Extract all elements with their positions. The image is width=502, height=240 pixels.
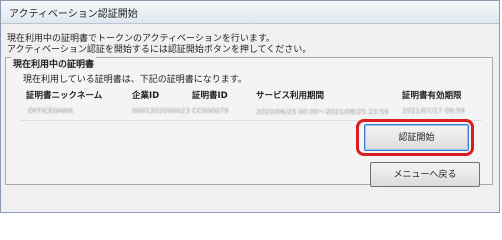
activation-dialog: アクティベーション認証開始 現在利用中の証明書でトークンのアクティベーションを行… — [0, 0, 500, 213]
title-bar: アクティベーション認証開始 — [1, 1, 499, 24]
dialog-content: 現在利用中の証明書でトークンのアクティベーションを行います。 アクティベーション… — [1, 24, 499, 212]
header-company-id: 企業ID — [132, 91, 160, 101]
instruction-line-2: アクティベーション認証を開始するには認証開始ボタンを押してください。 — [7, 45, 312, 55]
instruction-text: 現在利用中の証明書でトークンのアクティベーションを行います。 アクティベーション… — [7, 34, 311, 56]
header-expiration: 証明書有効期限 — [402, 91, 462, 101]
group-title: 現在利用中の証明書 — [11, 57, 97, 70]
value-company-id: 0001202000023 — [132, 107, 190, 115]
group-description: 現在利用している証明書は、下記の証明書になります。 — [23, 75, 247, 85]
row-divider — [20, 120, 482, 121]
window-title: アクティベーション認証開始 — [9, 9, 138, 20]
instruction-line-1: 現在利用中の証明書でトークンのアクティベーションを行います。 — [7, 34, 275, 44]
header-service-period: サービス利用期間 — [256, 91, 325, 101]
value-service-period: 2020/06/25 00:00～2021/06/25 23:59 — [256, 108, 389, 116]
start-auth-button[interactable]: 認証開始 — [364, 124, 469, 151]
value-expiration: 2021/07/17 09:59 — [402, 107, 465, 115]
value-nickname: OFFICE0AWK — [28, 107, 74, 115]
header-certificate-id: 証明書ID — [192, 91, 228, 101]
back-to-menu-button[interactable]: メニューへ戻る — [370, 162, 480, 187]
header-nickname: 証明書ニックネーム — [26, 91, 103, 101]
value-certificate-id: CC000079 — [192, 107, 229, 115]
